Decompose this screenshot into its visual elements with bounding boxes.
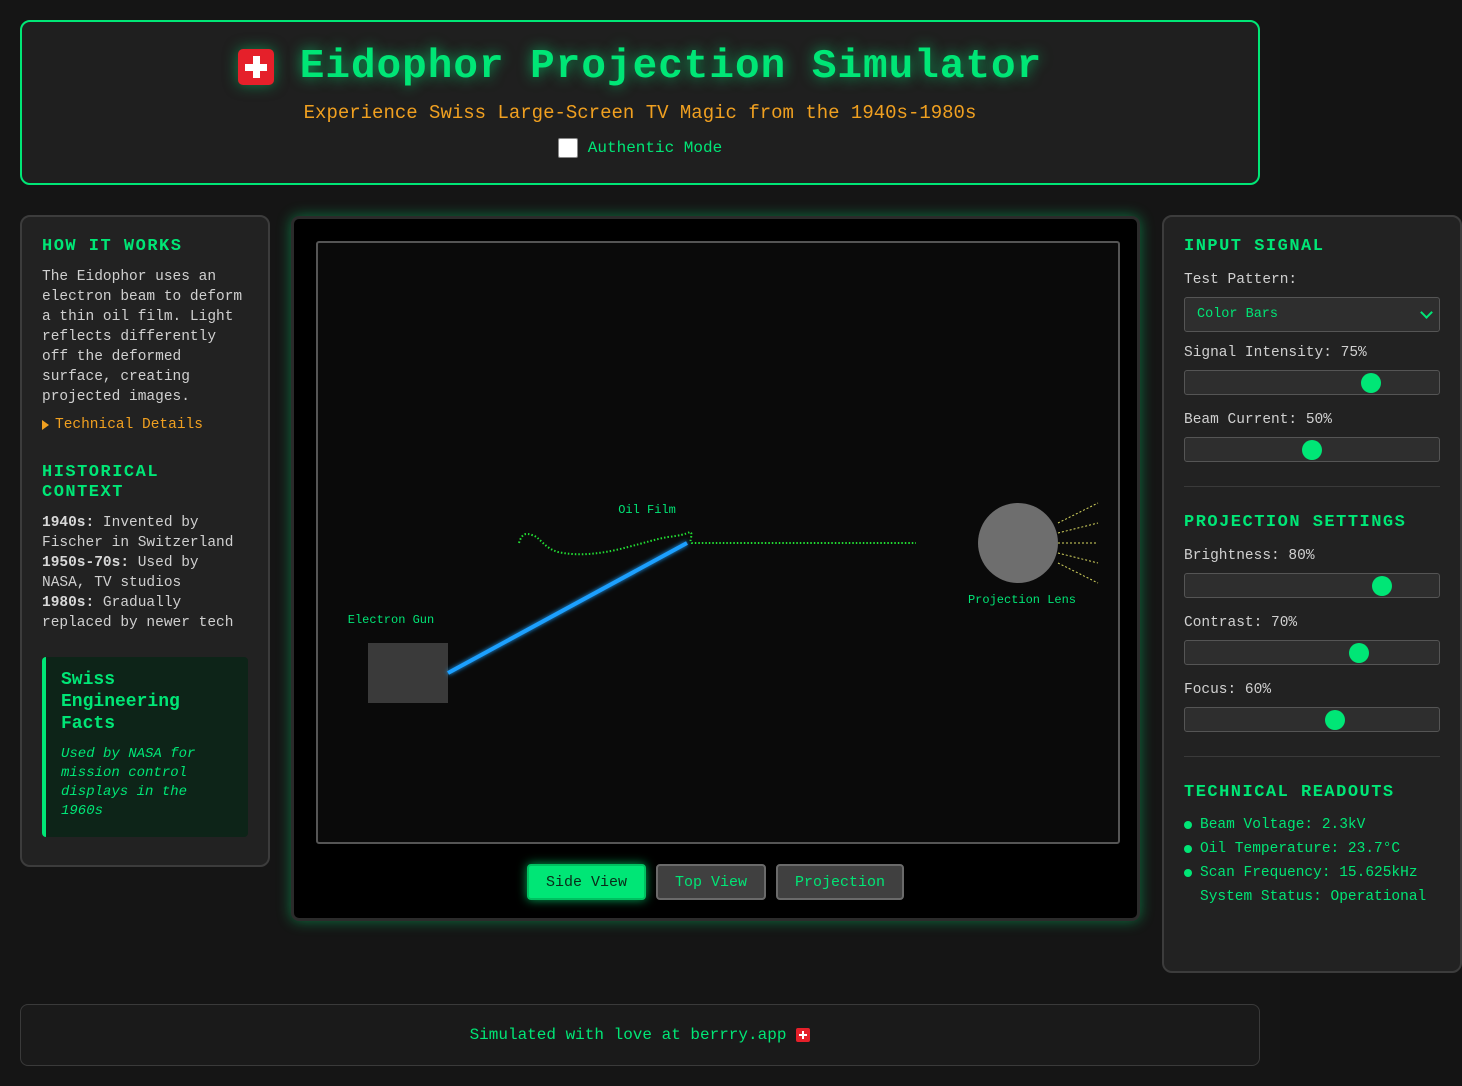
beam-current-slider[interactable] (1184, 437, 1440, 462)
history-list: 1940s: Invented by Fischer in Switzerlan… (42, 513, 248, 633)
authentic-mode-label[interactable]: Authentic Mode (588, 139, 722, 157)
top-view-button[interactable]: Top View (655, 864, 766, 900)
readouts-list: Beam Voltage: 2.3kV Oil Temperature: 23.… (1184, 813, 1440, 909)
side-view-diagram: Oil Film Electron Gun Projection Lens (348, 502, 1099, 703)
projection-lens-label: Projection Lens (968, 593, 1076, 607)
beam-current-label: Beam Current: 50% (1184, 412, 1332, 428)
focus-label: Focus: 60% (1184, 682, 1272, 698)
readout-system-status: System Status: Operational (1200, 889, 1427, 905)
swiss-facts-box: Swiss Engineering Facts Used by NASA for… (42, 657, 248, 837)
facts-text: Used by NASA for mission control display… (61, 746, 196, 819)
oil-film-label: Oil Film (618, 503, 676, 517)
info-panel: HOW IT WORKS The Eidophor uses an electr… (20, 215, 270, 867)
input-signal-title: INPUT SIGNAL (1184, 237, 1325, 256)
technical-details-toggle[interactable]: Technical Details (42, 417, 248, 433)
test-pattern-select[interactable]: Color Bars (1184, 297, 1440, 332)
projection-view-button[interactable]: Projection (776, 864, 905, 900)
section-divider (1184, 756, 1440, 757)
section-divider (1184, 486, 1440, 487)
readout-oil-temperature: Oil Temperature: 23.7°C (1184, 837, 1440, 861)
contrast-slider[interactable] (1184, 640, 1440, 665)
authentic-mode-toggle[interactable]: Authentic Mode (22, 138, 1258, 158)
signal-intensity-slider[interactable] (1184, 370, 1440, 395)
how-it-works-title: HOW IT WORKS (42, 237, 183, 256)
electron-gun-shape (368, 643, 448, 703)
slider-thumb[interactable] (1348, 643, 1369, 663)
status-dot-icon (1184, 869, 1192, 877)
swiss-flag-icon (796, 1028, 811, 1042)
page-subtitle: Experience Swiss Large-Screen TV Magic f… (303, 102, 977, 124)
slider-thumb[interactable] (1360, 373, 1381, 393)
slider-thumb[interactable] (1372, 576, 1393, 596)
electron-gun-label: Electron Gun (348, 613, 434, 627)
slider-thumb[interactable] (1302, 440, 1322, 460)
facts-title: Swiss Engineering Facts (61, 670, 180, 734)
light-rays (1057, 502, 1099, 584)
status-dot-icon (1184, 845, 1192, 853)
historical-context-title: HISTORICAL CONTEXT (42, 463, 160, 502)
history-item: 1950s-70s: Used by NASA, TV studios (42, 555, 199, 591)
history-item: 1940s: Invented by Fischer in Switzerlan… (42, 515, 234, 551)
brightness-slider[interactable] (1184, 573, 1440, 598)
oil-film-surface (518, 530, 916, 556)
projection-lens-shape (978, 503, 1058, 583)
controls-panel: INPUT SIGNAL Test Pattern: Color Bars Si… (1162, 215, 1462, 973)
swiss-flag-icon (237, 49, 274, 85)
simulation-canvas[interactable]: Oil Film Electron Gun Projection Lens (316, 241, 1120, 844)
test-pattern-value: Color Bars (1197, 307, 1279, 322)
authentic-mode-checkbox[interactable] (557, 138, 578, 158)
side-view-button[interactable]: Side View (526, 864, 646, 900)
title-row: Eidophor Projection Simulator (22, 44, 1258, 90)
test-pattern-label: Test Pattern: (1184, 272, 1298, 288)
status-dot-icon (1184, 821, 1192, 829)
header: Eidophor Projection Simulator Experience… (20, 20, 1260, 185)
slider-thumb[interactable] (1325, 710, 1346, 730)
technical-details-label[interactable]: Technical Details (55, 417, 203, 433)
technical-readouts-title: TECHNICAL READOUTS (1184, 783, 1395, 802)
footer: Simulated with love at berrry.app (20, 1004, 1260, 1066)
history-item: 1980s: Gradually replaced by newer tech (42, 595, 234, 631)
readout-beam-voltage: Beam Voltage: 2.3kV (1184, 813, 1440, 837)
page-title: Eidophor Projection Simulator (299, 44, 1043, 90)
view-buttons: Side View Top View Projection (294, 864, 1137, 900)
readout-scan-frequency: Scan Frequency: 15.625kHz (1184, 861, 1440, 885)
electron-beam (447, 541, 688, 675)
footer-text: Simulated with love at berrry.app (469, 1026, 787, 1044)
projection-settings-title: PROJECTION SETTINGS (1184, 513, 1407, 532)
simulator-display: Oil Film Electron Gun Projection Lens Si… (291, 216, 1140, 921)
triangle-right-icon (42, 420, 49, 430)
focus-slider[interactable] (1184, 707, 1440, 732)
how-it-works-text: The Eidophor uses an electron beam to de… (42, 269, 243, 405)
signal-intensity-label: Signal Intensity: 75% (1184, 345, 1367, 361)
contrast-label: Contrast: 70% (1184, 615, 1298, 631)
brightness-label: Brightness: 80% (1184, 548, 1315, 564)
chevron-down-icon (1420, 306, 1433, 319)
